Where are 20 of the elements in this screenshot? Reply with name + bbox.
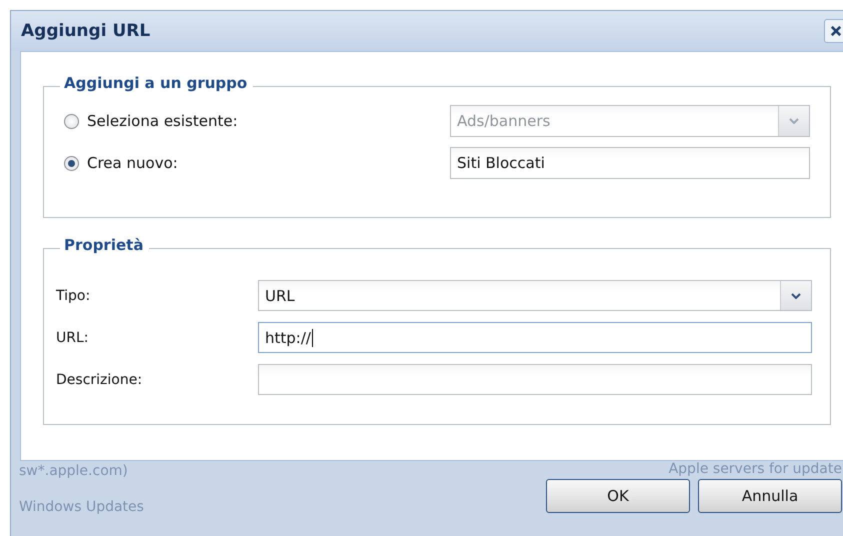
field-label: URL: [56,330,88,346]
field-label: Tipo: [56,288,90,304]
background-text: sw*.apple.com) [19,462,129,481]
field-label: Descrizione: [56,372,142,388]
section-heading: Proprietà [60,236,150,254]
window-title: Aggiungi URL [21,21,150,41]
input-field[interactable]: http:// [258,322,812,353]
background-text: Windows Updates [19,498,144,517]
dialog-button[interactable]: OK [546,479,690,513]
chevron-down-icon [789,118,799,124]
radio-option[interactable]: Crea nuovo: [64,154,178,172]
close-button[interactable] [824,19,843,43]
dialog-button[interactable]: Annulla [698,479,842,513]
input-field[interactable] [258,364,812,395]
close-icon [829,24,843,38]
section-heading: Aggiungi a un gruppo [60,74,254,92]
background-text: Apple servers for update [668,461,842,477]
dropdown-field[interactable]: URL [258,280,812,311]
chevron-down-icon [791,292,801,298]
input-field[interactable]: Siti Bloccati [450,147,810,179]
